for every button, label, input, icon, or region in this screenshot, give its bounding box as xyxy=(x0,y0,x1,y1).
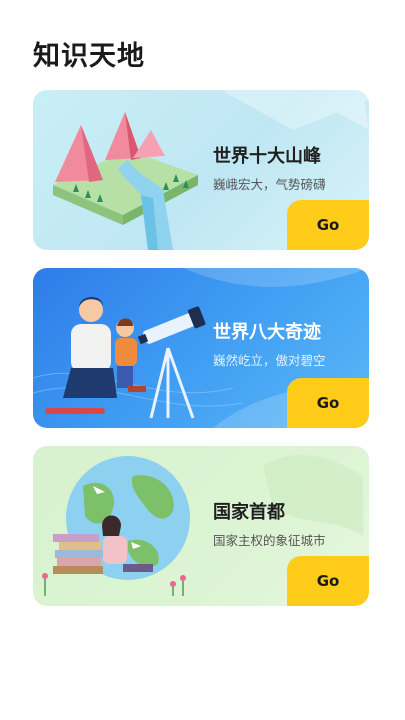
card-subtitle: 国家主权的象征城市 xyxy=(213,533,326,548)
card-wonders[interactable]: 世界八大奇迹 巍然屹立，傲对碧空 Go xyxy=(33,268,369,428)
card-mountains[interactable]: 世界十大山峰 巍峨宏大，气势磅礴 Go xyxy=(33,90,369,250)
card-capitals[interactable]: 国家首都 国家主权的象征城市 Go xyxy=(33,446,369,606)
go-button-capitals[interactable]: Go xyxy=(287,556,369,606)
card-subtitle: 巍然屹立，傲对碧空 xyxy=(213,353,326,368)
page-title: 知识天地 xyxy=(33,41,145,72)
card-subtitle: 巍峨宏大，气势磅礴 xyxy=(213,177,326,192)
go-button-wonders[interactable]: Go xyxy=(287,378,369,428)
card-title: 世界八大奇迹 xyxy=(213,322,321,343)
go-button-mountains[interactable]: Go xyxy=(287,200,369,250)
card-title: 世界十大山峰 xyxy=(213,146,321,167)
card-title: 国家首都 xyxy=(213,502,285,523)
